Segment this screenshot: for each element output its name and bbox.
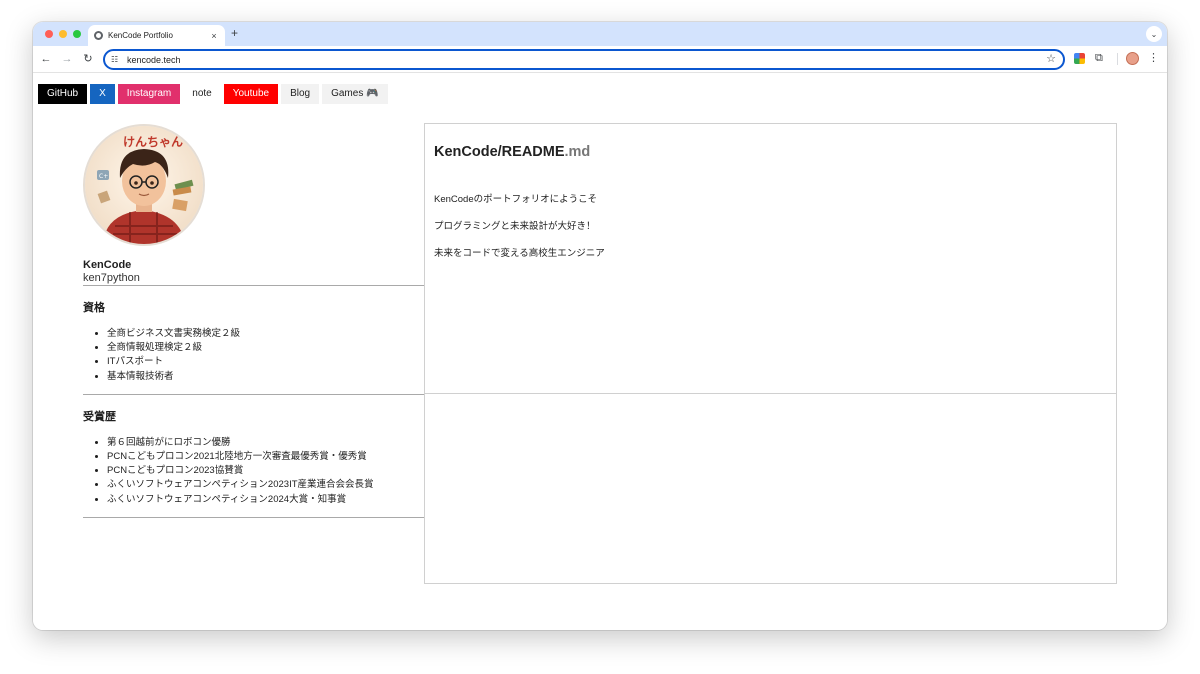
url-text[interactable]: kencode.tech [127, 55, 181, 65]
nav-link-blog[interactable]: Blog [281, 84, 320, 104]
awards-item: 第６回越前がにロボコン優勝 [107, 436, 425, 450]
qualifications-section: 資格 全商ビジネス文書実務検定２級全商情報処理検定２級ITパスポート基本情報技術… [83, 285, 425, 394]
new-tab-button[interactable]: + [231, 26, 238, 40]
menu-icon[interactable]: ⋮ [1148, 51, 1159, 65]
readme-line: プログラミングと未来設計が大好き！ [434, 221, 596, 232]
sidebar-divider [83, 516, 425, 518]
address-bar[interactable]: ☷ kencode.tech ☆ [103, 49, 1065, 70]
extension-icon[interactable] [1074, 53, 1085, 64]
awards-list: 第６回越前がにロボコン優勝PCNこどもプロコン2021北陸地方一次審査最優秀賞・… [83, 436, 425, 507]
tab-kencode-portfolio[interactable]: KenCode Portfolio × [88, 25, 225, 46]
readme-line: 未来をコードで変える高校生エンジニア [434, 248, 605, 259]
readme-title-name: KenCode/README [434, 144, 565, 160]
page-content: GitHub X Instagram note Youtube Blog Games 🎮 け… [33, 74, 1167, 630]
readme-title: KenCode/README.md [434, 144, 1107, 160]
avatar: けんちゃん C+ [83, 124, 205, 246]
qualifications-item: 全商情報処理検定２級 [107, 341, 425, 355]
tab-title: KenCode Portfolio [108, 31, 173, 40]
maximize-window-button[interactable] [73, 30, 81, 38]
awards-item: PCNこどもプロコン2021北陸地方一次審査最優秀賞・優秀賞 [107, 450, 425, 464]
qualifications-item: 全商ビジネス文書実務検定２級 [107, 327, 425, 341]
forward-icon[interactable]: → [60, 52, 74, 66]
nav-link-instagram[interactable]: Instagram [117, 84, 181, 104]
minimize-window-button[interactable] [59, 30, 67, 38]
avatar-text: けんちゃん [123, 135, 183, 149]
awards-heading: 受賞歴 [83, 410, 116, 423]
tab-search-button[interactable]: ⌄ [1146, 26, 1162, 42]
tab-strip: KenCode Portfolio × + ⌄ [33, 22, 1167, 46]
nav-link-github[interactable]: GitHub [38, 84, 88, 104]
reload-icon[interactable]: ↻ [81, 52, 95, 66]
readme-title-ext: .md [564, 144, 591, 160]
avatar-illustration: けんちゃん C+ [85, 126, 203, 244]
content-panel [424, 393, 1117, 584]
qualifications-heading: 資格 [83, 302, 105, 314]
nav-link-x[interactable]: X [90, 84, 115, 104]
nav-link-youtube[interactable]: Youtube [223, 84, 279, 104]
readme-line: KenCodeのポートフォリオにようこそ [434, 194, 598, 205]
readme-body: KenCodeのポートフォリオにようこそ プログラミングと未来設計が大好き！ 未来を… [434, 191, 1107, 259]
close-window-button[interactable] [45, 30, 53, 38]
awards-section: 受賞歴 第６回越前がにロボコン優勝PCNこどもプロコン2021北陸地方一次審査最… [83, 393, 425, 517]
extensions-icon[interactable]: ⧉ [1095, 51, 1103, 65]
awards-item: ふくいソフトウェアコンペティション2024大賞・知事賞 [107, 493, 425, 507]
readme-panel: KenCode/README.md KenCodeのポートフォリオにようこそ プロ… [424, 123, 1117, 394]
toolbar-divider [1117, 53, 1118, 65]
nav-link-note[interactable]: note [183, 84, 221, 104]
tab-close-button[interactable]: × [209, 31, 219, 41]
profile-avatar-icon[interactable] [1126, 52, 1139, 65]
bookmark-star-icon[interactable]: ☆ [1046, 53, 1056, 66]
qualifications-item: ITパスポート [107, 355, 425, 369]
profile-sidebar: けんちゃん C+ KenCode ken7python 資格 • 全商ビジネス文… [83, 124, 425, 518]
site-nav: GitHub X Instagram note Youtube Blog Games 🎮 [38, 84, 388, 104]
awards-item: ふくいソフトウェアコンペティション2023IT産業連合会会長賞 [107, 478, 425, 492]
browser-window: KenCode Portfolio × + ⌄ ← → ↻ ☷ kencode.… [33, 22, 1167, 630]
browser-toolbar: ← → ↻ ☷ kencode.tech ☆ ⧉ ⋮ [33, 46, 1167, 73]
globe-icon [94, 31, 103, 40]
back-icon[interactable]: ← [39, 52, 53, 66]
site-info-icon[interactable]: ☷ [111, 55, 123, 64]
qualifications-item: 基本情報技術者 [107, 370, 425, 384]
nav-link-games[interactable]: Games 🎮 [322, 84, 388, 104]
awards-item: PCNこどもプロコン2023協賛賞 [107, 464, 425, 478]
profile-name: KenCode [83, 259, 132, 271]
profile-handle: ken7python [83, 272, 140, 284]
svg-text:C+: C+ [99, 173, 108, 180]
qualifications-list: 全商ビジネス文書実務検定２級全商情報処理検定２級ITパスポート基本情報技術者 [83, 327, 425, 384]
